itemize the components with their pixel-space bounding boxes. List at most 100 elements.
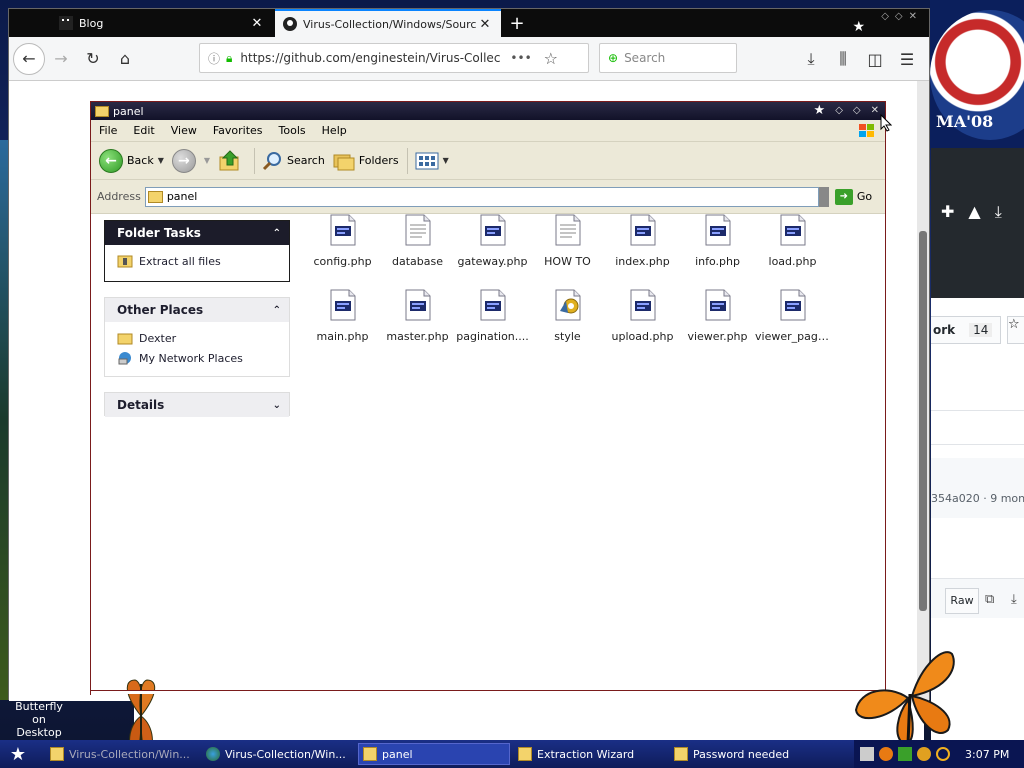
reload-button[interactable]: ↻ (77, 43, 109, 75)
fork-button[interactable]: ork 14 (931, 316, 1001, 344)
file-item[interactable]: load.php (755, 214, 830, 268)
page-actions-icon[interactable]: ••• (510, 51, 531, 65)
taskbar-item-firefox[interactable]: Virus-Collection/Win... (46, 743, 198, 765)
desktop-icon-label[interactable]: Butterfly on Desktop (8, 700, 70, 739)
monarch-butterfly-image (854, 651, 955, 746)
tab-github[interactable]: Virus-Collection/Windows/Source/ ✕ (275, 9, 501, 37)
library-icon[interactable]: ⫼ (827, 43, 859, 75)
address-field[interactable]: panel (144, 186, 819, 207)
forward-button[interactable]: → (45, 43, 77, 75)
minimize-icon[interactable]: ◇ (835, 105, 843, 116)
bookmark-star-icon[interactable]: ☆ (544, 49, 558, 68)
volume-icon[interactable] (917, 747, 931, 761)
menu-edit[interactable]: Edit (125, 124, 162, 137)
extract-icon (117, 255, 133, 268)
new-tab-button[interactable]: + (503, 9, 531, 37)
maximize-icon[interactable]: ◇ (853, 105, 861, 116)
title-bar[interactable]: panel ★ ◇ ◇ ✕ (91, 102, 885, 120)
home-button[interactable]: ⌂ (109, 43, 141, 75)
other-place-dexter[interactable]: Dexter (105, 328, 289, 348)
extension-icons[interactable]: ✚▲⤓ (941, 202, 1016, 222)
commit-bar (931, 458, 1024, 518)
go-button[interactable]: ➜ Go (834, 188, 872, 205)
taskbar-item-extraction-wizard[interactable]: Extraction Wizard (514, 743, 666, 765)
menu-view[interactable]: View (163, 124, 205, 137)
file-item[interactable]: master.php (380, 289, 455, 343)
tab-label: Blog (79, 16, 104, 30)
keyboard-icon[interactable] (860, 747, 874, 761)
menu-tools[interactable]: Tools (271, 124, 314, 137)
network-icon[interactable] (898, 747, 912, 761)
url-bar[interactable]: ⓘ 🔒︎ https://github.com/enginestein/Viru… (199, 43, 589, 73)
menu-favorites[interactable]: Favorites (205, 124, 271, 137)
tab-blog[interactable]: Blog ✕ (51, 9, 273, 37)
close-tab-icon[interactable]: ✕ (477, 17, 493, 32)
folders-button[interactable]: Folders (333, 151, 399, 171)
file-item[interactable]: config.php (305, 214, 380, 268)
copy-icon[interactable]: ⧉ (985, 592, 994, 607)
file-item[interactable]: viewer_pagi... (755, 289, 830, 343)
other-places-header[interactable]: Other Places ⌃ (105, 298, 289, 322)
taskbar-item-password-needed[interactable]: Password needed (670, 743, 822, 765)
raw-button[interactable]: Raw (945, 588, 979, 614)
file-item[interactable]: main.php (305, 289, 380, 343)
close-tab-icon[interactable]: ✕ (249, 16, 265, 31)
file-item[interactable]: viewer.php (680, 289, 755, 343)
folder-tasks-header[interactable]: Folder Tasks ⌃ (105, 221, 289, 245)
url-text[interactable]: https://github.com/enginestein/Virus-Col… (240, 51, 500, 65)
butterfly-tray-icon[interactable] (879, 747, 893, 761)
scrollbar[interactable] (917, 81, 929, 701)
collapse-icon[interactable]: ⌃ (273, 228, 281, 239)
file-item[interactable]: gateway.php (455, 214, 530, 268)
folder-icon (95, 105, 109, 117)
close-icon[interactable]: ✕ (871, 105, 879, 116)
download-icon[interactable]: ⤓ (1011, 592, 1017, 607)
back-button[interactable]: ← (13, 42, 45, 75)
other-place-network[interactable]: My Network Places (105, 348, 289, 368)
star-button[interactable]: ☆ (1007, 316, 1024, 344)
file-item[interactable]: HOW TO (530, 214, 605, 268)
folder-icon (117, 333, 133, 345)
search-icon[interactable] (936, 747, 950, 761)
menu-icon[interactable]: ☰ (891, 43, 923, 75)
commit-info[interactable]: 354a020 · 9 month (931, 492, 1024, 505)
details-header[interactable]: Details ⌄ (105, 393, 289, 417)
file-name: upload.php (611, 330, 674, 343)
search-input[interactable]: ⊕ Search (599, 43, 737, 73)
taskbar-item-firefox[interactable]: Virus-Collection/Win... (202, 743, 354, 765)
up-folder-button[interactable] (218, 149, 246, 173)
collapse-icon[interactable]: ⌃ (273, 305, 281, 316)
lock-icon: 🔒︎ (226, 50, 233, 65)
forward-button[interactable]: → ▼ (171, 148, 210, 173)
file-item[interactable]: database (380, 214, 455, 268)
address-dropdown-button[interactable] (818, 186, 829, 207)
taskbar-item-label: panel (382, 747, 413, 761)
file-item[interactable]: info.php (680, 214, 755, 268)
views-button[interactable]: ▼ (414, 151, 450, 171)
back-button[interactable]: ← Back ▼ (99, 148, 164, 173)
chevron-down-icon[interactable]: ▼ (158, 156, 164, 165)
scrollbar-thumb[interactable] (919, 231, 927, 611)
star-icon: ★ (813, 103, 826, 118)
extract-all-files-link[interactable]: Extract all files (105, 251, 289, 271)
window-controls[interactable]: ◇◇✕ (881, 11, 923, 22)
file-item[interactable]: pagination.... (455, 289, 530, 343)
menu-file[interactable]: File (91, 124, 125, 137)
search-button[interactable]: Search (261, 150, 325, 172)
expand-icon[interactable]: ⌄ (273, 400, 281, 411)
folder-tasks-title: Folder Tasks (117, 226, 201, 240)
start-button[interactable]: ★ (0, 740, 36, 768)
wallpaper-poster: MA'08 (930, 0, 1024, 150)
downloads-icon[interactable]: ⤓ (795, 43, 827, 75)
file-item[interactable]: upload.php (605, 289, 680, 343)
menu-help[interactable]: Help (314, 124, 355, 137)
file-item[interactable]: style (530, 289, 605, 343)
chevron-down-icon[interactable]: ▼ (204, 156, 210, 165)
file-name: info.php (695, 255, 740, 268)
file-name: gateway.php (457, 255, 528, 268)
sidebar-icon[interactable]: ◫ (859, 43, 891, 75)
clock[interactable]: 3:07 PM (965, 748, 1009, 761)
file-item[interactable]: index.php (605, 214, 680, 268)
info-icon[interactable]: ⓘ (208, 50, 220, 67)
taskbar-item-panel[interactable]: panel (358, 743, 510, 765)
